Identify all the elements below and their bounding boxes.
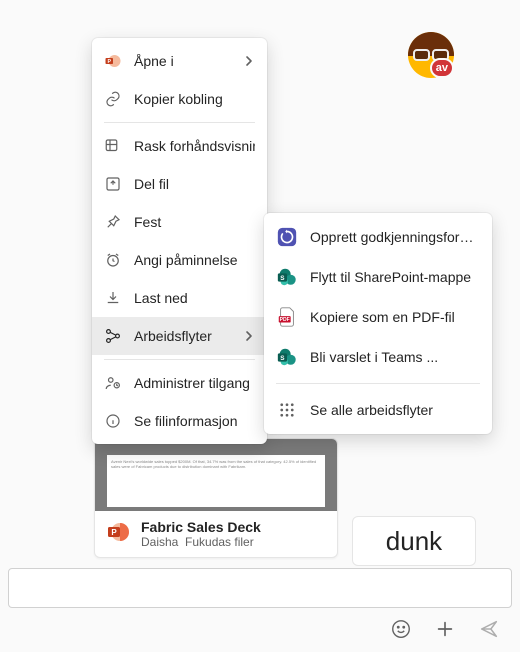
clock-icon bbox=[104, 251, 122, 269]
menu-workflows[interactable]: Arbeidsflyter bbox=[92, 317, 267, 355]
compose-area bbox=[8, 568, 512, 640]
chevron-right-icon bbox=[243, 55, 255, 67]
emoji-button[interactable] bbox=[390, 618, 412, 640]
menu-pin[interactable]: Fest bbox=[92, 203, 267, 241]
menu-label: Fest bbox=[134, 214, 255, 230]
menu-label: Rask forhåndsvisning bbox=[134, 138, 255, 154]
add-button[interactable] bbox=[434, 618, 456, 640]
svg-text:S: S bbox=[280, 355, 285, 362]
menu-manage-access[interactable]: Administrer tilgang bbox=[92, 364, 267, 402]
menu-label: Last ned bbox=[134, 290, 255, 306]
download-icon bbox=[104, 289, 122, 307]
apps-grid-icon bbox=[276, 399, 298, 421]
file-thumbnail: Avenir Next's worldwide sales topped $20… bbox=[95, 439, 337, 511]
workflow-create-approval[interactable]: Opprett godkjenningsforespørsel bbox=[264, 217, 492, 257]
menu-separator bbox=[104, 359, 255, 360]
svg-text:P: P bbox=[107, 59, 111, 65]
svg-text:S: S bbox=[280, 275, 285, 282]
file-title: Fabric Sales Deck bbox=[141, 519, 261, 535]
menu-separator bbox=[104, 122, 255, 123]
powerpoint-icon: P bbox=[104, 52, 122, 70]
powerpoint-icon: P bbox=[105, 519, 131, 545]
file-attachment-card[interactable]: Avenir Next's worldwide sales topped $20… bbox=[94, 438, 338, 558]
chevron-right-icon bbox=[243, 330, 255, 342]
submenu-label: Kopiere som en PDF-fil bbox=[310, 309, 480, 325]
menu-open-in[interactable]: P Åpne i bbox=[92, 42, 267, 80]
menu-label: Kopier kobling bbox=[134, 91, 255, 107]
preview-icon bbox=[104, 137, 122, 155]
submenu-label: Se alle arbeidsflyter bbox=[310, 402, 480, 418]
menu-label: Del fil bbox=[134, 176, 255, 192]
workflow-see-all[interactable]: Se alle arbeidsflyter bbox=[264, 390, 492, 430]
send-button[interactable] bbox=[478, 618, 500, 640]
menu-label: Arbeidsflyter bbox=[134, 328, 231, 344]
menu-separator bbox=[276, 383, 480, 384]
workflow-teams-alert[interactable]: S Bli varslet i Teams ... bbox=[264, 337, 492, 377]
pdf-icon: PDF bbox=[276, 306, 298, 328]
menu-quick-preview[interactable]: Rask forhåndsvisning bbox=[92, 127, 267, 165]
submenu-label: Flytt til SharePoint-mappe bbox=[310, 269, 480, 285]
file-subtitle: Daisha Fukudas filer bbox=[141, 535, 261, 549]
share-icon bbox=[104, 175, 122, 193]
menu-label: Angi påminnelse bbox=[134, 252, 255, 268]
pin-icon bbox=[104, 213, 122, 231]
compose-input[interactable] bbox=[8, 568, 512, 608]
submenu-label: Opprett godkjenningsforespørsel bbox=[310, 229, 480, 245]
menu-label: Åpne i bbox=[134, 53, 231, 69]
info-icon bbox=[104, 412, 122, 430]
svg-text:P: P bbox=[111, 528, 117, 537]
menu-download[interactable]: Last ned bbox=[92, 279, 267, 317]
menu-file-info[interactable]: Se filinformasjon bbox=[92, 402, 267, 440]
approvals-icon bbox=[276, 226, 298, 248]
message-bubble[interactable]: dunk bbox=[352, 516, 476, 566]
submenu-label: Bli varslet i Teams ... bbox=[310, 349, 480, 365]
menu-label: Administrer tilgang bbox=[134, 375, 255, 391]
sharepoint-icon: S bbox=[276, 266, 298, 288]
link-icon bbox=[104, 90, 122, 108]
svg-text:PDF: PDF bbox=[280, 317, 290, 323]
manage-access-icon bbox=[104, 374, 122, 392]
menu-label: Se filinformasjon bbox=[134, 413, 255, 429]
menu-set-reminder[interactable]: Angi påminnelse bbox=[92, 241, 267, 279]
avatar-presence-badge: av bbox=[430, 58, 454, 78]
workflow-icon bbox=[104, 327, 122, 345]
menu-copy-link[interactable]: Kopier kobling bbox=[92, 80, 267, 118]
file-context-menu: P Åpne i Kopier kobling Rask forhåndsvis… bbox=[92, 38, 267, 444]
workflows-submenu: Opprett godkjenningsforespørsel S Flytt … bbox=[264, 213, 492, 434]
sharepoint-icon: S bbox=[276, 346, 298, 368]
workflow-move-sharepoint[interactable]: S Flytt til SharePoint-mappe bbox=[264, 257, 492, 297]
menu-share-file[interactable]: Del fil bbox=[92, 165, 267, 203]
user-avatar[interactable]: av bbox=[408, 32, 454, 78]
workflow-copy-pdf[interactable]: PDF Kopiere som en PDF-fil bbox=[264, 297, 492, 337]
